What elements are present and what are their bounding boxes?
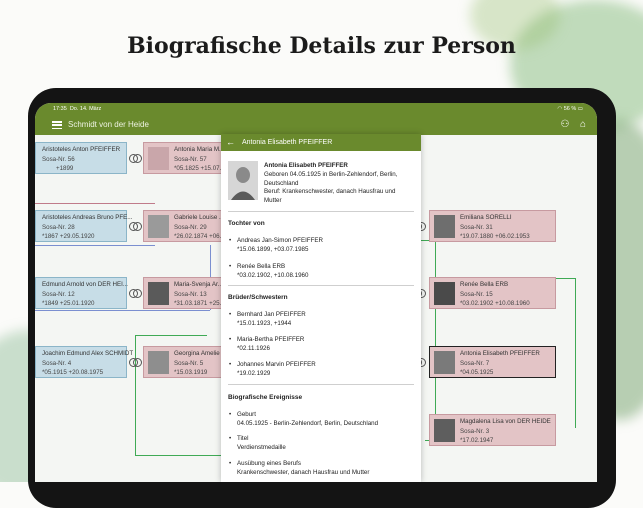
person-card[interactable]: Gabriele Louise ... Sosa-Nr. 29 *26.02.1… <box>143 210 244 242</box>
person-card[interactable]: Maria-Svenja Ar... Sosa-Nr. 13 *31.03.18… <box>143 277 244 309</box>
event-item[interactable]: • Titel Verdienstmedaille <box>229 435 409 452</box>
panel-title: Antonia Elisabeth PFEIFFER <box>242 139 333 146</box>
app-screen: 17:35 Do. 14. März ◠ 56 % ▭ Schmidt von … <box>35 103 597 482</box>
parent-item[interactable]: • Andreas Jan-Simon PFEIFFER *15.06.1899, … <box>229 237 409 254</box>
person-card-selected[interactable]: Antonia Elisabeth PFEIFFER Sosa-Nr. 7 *0… <box>429 346 556 378</box>
arrow-left-icon[interactable]: ← <box>226 134 235 151</box>
panel-header: ← Antonia Elisabeth PFEIFFER <box>221 134 421 151</box>
person-card[interactable]: Emiliana SORELLI Sosa-Nr. 31 *19.07.1880… <box>429 210 556 242</box>
app-title: Schmidt von der Heide <box>68 120 149 129</box>
events-heading: Biografische Ereignisse <box>228 394 303 401</box>
person-icon[interactable]: ⚇ <box>559 119 571 131</box>
person-photo <box>148 215 169 238</box>
parents-heading: Tochter von <box>228 220 265 227</box>
person-photo <box>148 147 169 170</box>
person-card[interactable]: Joachim Edmund Alex SCHMIDT Sosa-Nr. 4 *… <box>35 346 133 378</box>
parent-item[interactable]: • Renée Bella ERB *03.02.1902, +10.08.1960 <box>229 263 409 280</box>
sibling-item[interactable]: • Johannes Marvin PFEIFFER *19.02.1929 <box>229 361 409 378</box>
person-photo <box>228 161 258 200</box>
person-card[interactable]: Antonia Maria M... Sosa-Nr. 57 *05.1825 … <box>143 142 235 174</box>
marriage-rings-icon <box>129 154 142 163</box>
hamburger-icon[interactable] <box>52 121 62 130</box>
marriage-rings-icon <box>129 289 142 298</box>
person-photo <box>434 282 455 305</box>
person-card[interactable]: Edmund Arnold von DER HEI... Sosa-Nr. 12… <box>35 277 128 309</box>
siblings-heading: Brüder/Schwestern <box>228 294 288 301</box>
status-bar: 17:35 Do. 14. März ◠ 56 % ▭ <box>35 103 597 115</box>
person-photo <box>434 351 455 374</box>
page-headline: Biografische Details zur Person <box>127 33 516 59</box>
person-card[interactable]: Renée Bella ERB Sosa-Nr. 15 *03.02.1902 … <box>429 277 556 309</box>
person-photo <box>434 419 455 442</box>
status-time: 17:35 Do. 14. März <box>53 106 102 112</box>
marriage-rings-icon <box>129 358 142 367</box>
person-card[interactable]: Georgina Amelie ... Sosa-Nr. 5 *15.03.19… <box>143 346 227 378</box>
person-card[interactable]: Aristoteles Anton PFEIFFER Sosa-Nr. 56 +… <box>35 142 127 174</box>
sibling-item[interactable]: • Maria-Bertha PFEIFFER *02.11.1926 <box>229 336 409 353</box>
home-icon[interactable]: ⌂ <box>577 119 589 131</box>
person-card[interactable]: Magdalena Lisa von DER HEIDE Sosa-Nr. 3 … <box>429 414 556 446</box>
person-photo <box>434 215 455 238</box>
event-item[interactable]: • Ausübung eines Berufs Krankenschwester, … <box>229 460 409 477</box>
status-battery: ◠ 56 % ▭ <box>557 106 583 112</box>
app-bar: Schmidt von der Heide ⚇ ⌂ <box>35 115 597 135</box>
person-photo <box>148 351 169 374</box>
person-card[interactable]: Aristoteles Andreas Bruno PFE... Sosa-Nr… <box>35 210 132 242</box>
sibling-item[interactable]: • Bernhard Jan PFEIFFER *15.01.1923, +1944 <box>229 311 409 328</box>
battery-icon: ▭ <box>577 106 583 112</box>
person-photo <box>148 282 169 305</box>
person-detail-panel: ← Antonia Elisabeth PFEIFFER Antonia Eli… <box>221 134 421 482</box>
event-item[interactable]: • Geburt 04.05.1925 - Berlin-Zehlendorf, B… <box>229 411 409 428</box>
person-name: Antonia Elisabeth PFEIFFER <box>264 162 348 169</box>
marriage-rings-icon <box>129 222 142 231</box>
wifi-icon: ◠ <box>557 106 563 112</box>
person-info: Geboren 04.05.1925 in Berlin-Zehlendorf,… <box>264 171 398 204</box>
